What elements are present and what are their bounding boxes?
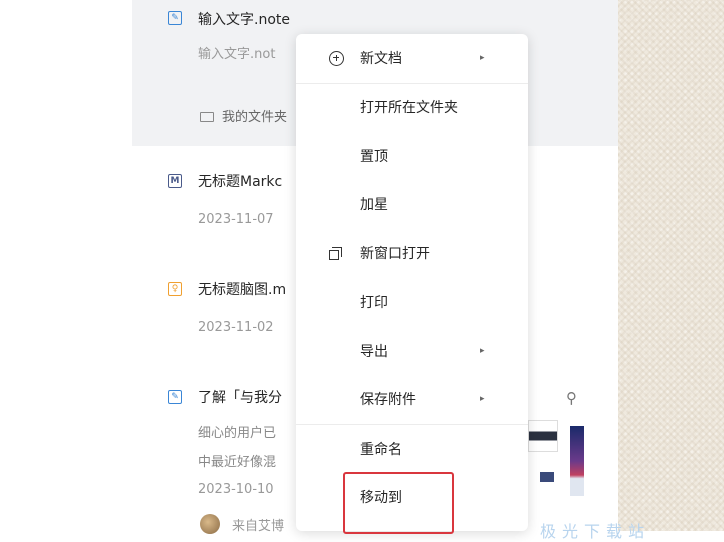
menu-item-rename[interactable]: 重命名 xyxy=(296,429,528,469)
watermark: 极光下载站 xyxy=(540,522,651,541)
file-title[interactable]: 输入文字.note xyxy=(198,9,290,29)
plus-circle-icon xyxy=(329,50,344,66)
submenu-arrow-icon: ▸ xyxy=(480,53,485,63)
file-preview-line: 细心的用户已 xyxy=(198,426,277,441)
file-title[interactable]: 无标题脑图.m xyxy=(198,279,286,299)
submenu-arrow-icon: ▸ xyxy=(480,394,485,404)
author-avatar xyxy=(200,514,220,534)
menu-item-pin-top[interactable]: 置顶 xyxy=(296,136,528,176)
shared-user-icon: ⚲ xyxy=(566,389,577,407)
file-source: 来自艾博 xyxy=(232,519,285,534)
menu-item-label: 新文档 xyxy=(360,51,402,67)
menu-item-label: 置顶 xyxy=(360,149,388,165)
menu-item-open-new-window[interactable]: 新窗口打开 xyxy=(296,233,528,273)
preview-thumbnail xyxy=(570,426,584,496)
menu-item-open-folder[interactable]: 打开所在文件夹 xyxy=(296,87,528,127)
file-title[interactable]: 无标题Markc xyxy=(198,171,282,191)
menu-item-label: 新窗口打开 xyxy=(360,246,430,262)
menu-item-save-attachment[interactable]: 保存附件 ▸ xyxy=(296,379,528,419)
menu-item-label: 保存附件 xyxy=(360,392,416,408)
file-folder: 我的文件夹 xyxy=(200,106,287,125)
preview-thumbnail xyxy=(528,420,558,452)
mindmap-icon: ♀ xyxy=(168,282,182,296)
note-icon: ✎ xyxy=(168,11,182,25)
menu-divider xyxy=(296,424,528,425)
file-preview-line: 中最近好像混 xyxy=(198,455,277,470)
context-menu: 新文档 ▸ 打开所在文件夹 置顶 加星 新窗口打开 打印 导出 ▸ 保存附件 ▸… xyxy=(296,34,528,531)
menu-item-label: 加星 xyxy=(360,197,388,213)
new-window-icon xyxy=(329,246,342,260)
menu-item-label: 打开所在文件夹 xyxy=(360,100,458,116)
file-title[interactable]: 了解「与我分 xyxy=(198,387,282,407)
menu-item-export[interactable]: 导出 ▸ xyxy=(296,331,528,371)
menu-item-star[interactable]: 加星 xyxy=(296,184,528,224)
menu-item-label: 打印 xyxy=(360,295,388,311)
background-texture xyxy=(618,0,724,531)
file-date: 2023-10-10 xyxy=(198,482,274,497)
menu-item-print[interactable]: 打印 xyxy=(296,282,528,322)
menu-item-label: 重命名 xyxy=(360,442,402,458)
file-date: 2023-11-02 xyxy=(198,320,274,335)
menu-divider xyxy=(296,83,528,84)
menu-item-new-document[interactable]: 新文档 ▸ xyxy=(296,38,528,78)
submenu-arrow-icon: ▸ xyxy=(480,346,485,356)
menu-item-label: 导出 xyxy=(360,344,388,360)
note-icon: ✎ xyxy=(168,390,182,404)
folder-name: 我的文件夹 xyxy=(222,110,288,125)
folder-icon xyxy=(200,112,214,122)
file-preview: 输入文字.not xyxy=(198,47,276,62)
highlight-annotation xyxy=(343,472,454,534)
file-date: 2023-11-07 xyxy=(198,212,274,227)
left-blank-area xyxy=(0,0,132,531)
preview-thumbnail xyxy=(540,472,554,482)
markdown-icon: M xyxy=(168,174,182,188)
